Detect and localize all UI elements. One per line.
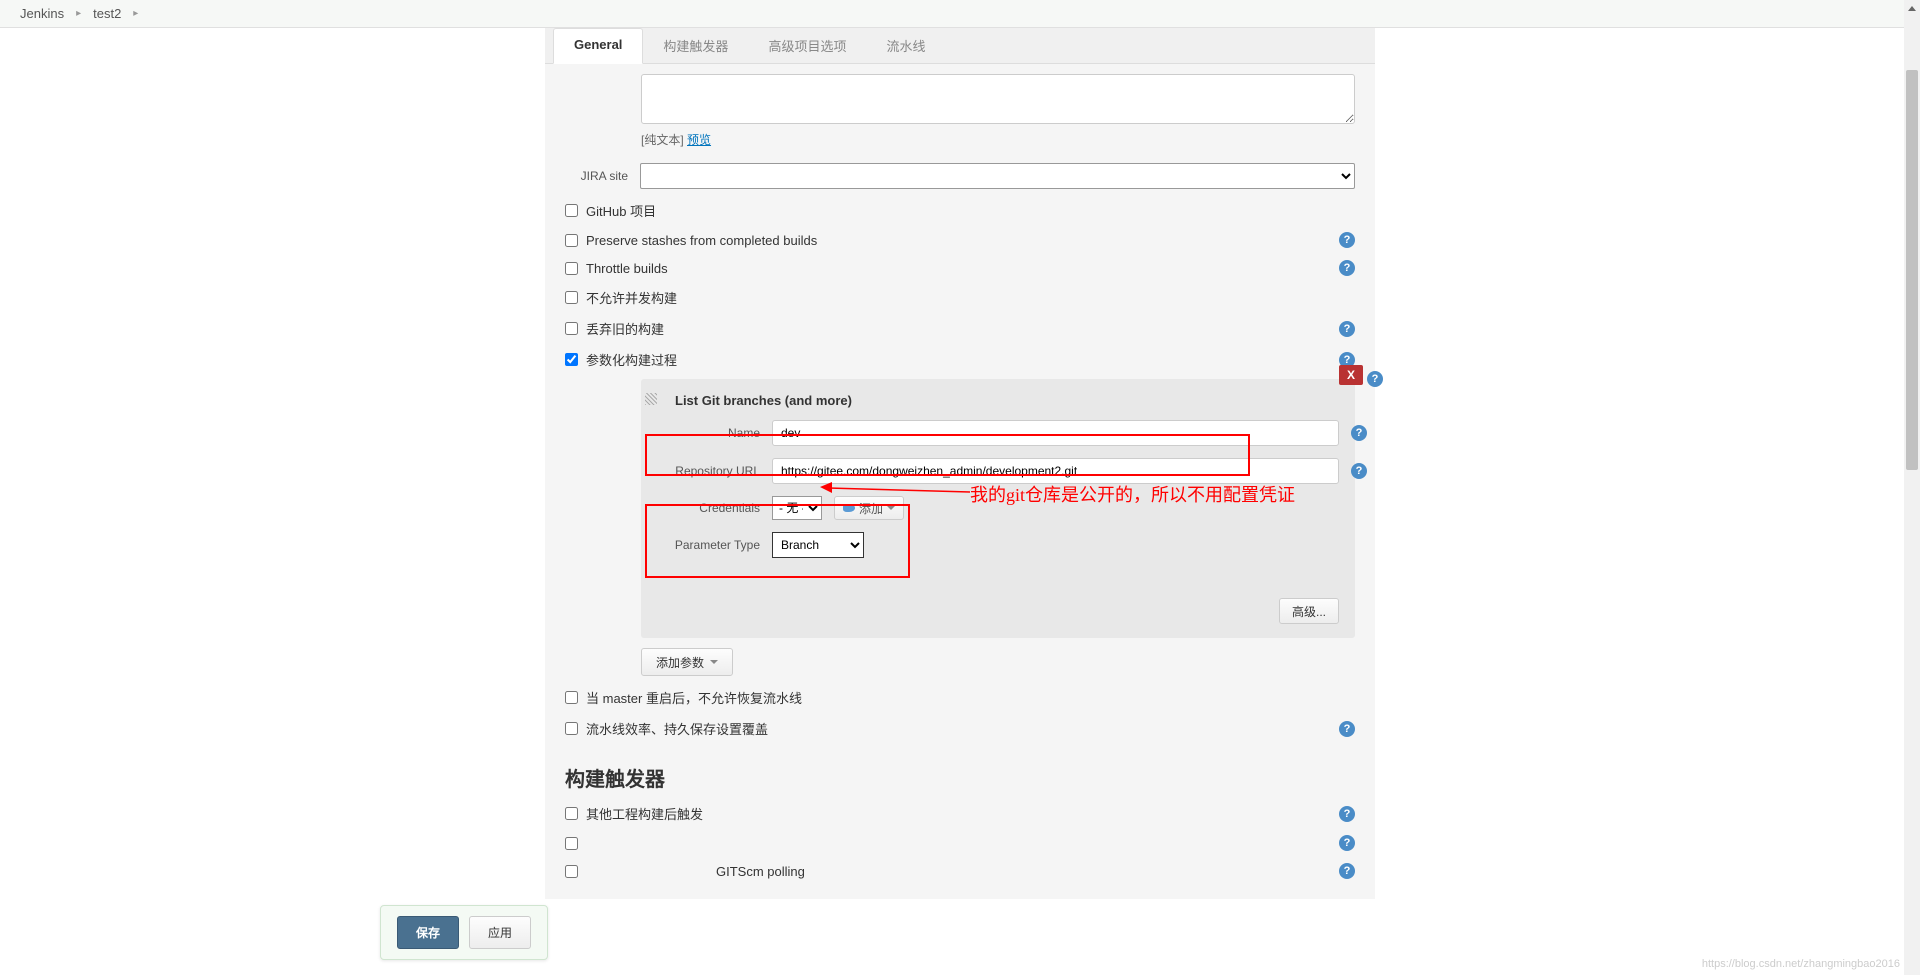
watermark: https://blog.csdn.net/zhangmingbao2016: [1702, 958, 1900, 970]
durability-label: 流水线效率、持久保存设置覆盖: [586, 719, 768, 738]
caret-down-icon: [710, 660, 718, 664]
gitscm-checkbox[interactable]: [565, 865, 578, 878]
discard-label: 丢弃旧的构建: [586, 319, 664, 338]
other-build-checkbox[interactable]: [565, 807, 578, 820]
name-label: Name: [657, 426, 772, 440]
add-param-button[interactable]: 添加参数: [641, 648, 733, 676]
config-form: General 构建触发器 高级项目选项 流水线 [纯文本] 预览 JIRA s…: [545, 28, 1375, 899]
key-icon: [843, 504, 855, 512]
breadcrumb-project[interactable]: test2: [93, 6, 121, 21]
param-panel: X List Git branches (and more) Name Repo…: [641, 379, 1355, 638]
help-icon[interactable]: [1339, 321, 1355, 337]
help-icon[interactable]: [1339, 232, 1355, 248]
preview-link[interactable]: 预览: [687, 133, 711, 147]
repo-label: Repository URL: [657, 464, 772, 478]
advanced-button[interactable]: 高级...: [1279, 598, 1339, 624]
param-label: 参数化构建过程: [586, 350, 677, 369]
description-textarea[interactable]: [641, 74, 1355, 124]
param-title: List Git branches (and more): [675, 393, 1339, 408]
durability-checkbox[interactable]: [565, 722, 578, 735]
trigger2-label: [586, 836, 590, 851]
throttle-label: Throttle builds: [586, 261, 668, 276]
help-icon[interactable]: [1339, 721, 1355, 737]
cred-select[interactable]: - 无 -: [772, 496, 822, 520]
restart-label: 当 master 重启后，不允许恢复流水线: [586, 688, 802, 707]
scrollbar[interactable]: [1904, 0, 1920, 975]
annotation-text: 我的git仓库是公开的，所以不用配置凭证: [970, 481, 1295, 507]
delete-param-button[interactable]: X: [1339, 365, 1363, 385]
tab-bar: General 构建触发器 高级项目选项 流水线: [545, 28, 1375, 64]
save-button[interactable]: 保存: [397, 916, 459, 949]
jira-label: JIRA site: [565, 169, 640, 183]
discard-checkbox[interactable]: [565, 322, 578, 335]
name-input[interactable]: [772, 420, 1339, 446]
help-icon[interactable]: [1339, 260, 1355, 276]
drag-handle-icon[interactable]: [645, 393, 657, 405]
help-icon[interactable]: [1339, 835, 1355, 851]
help-icon[interactable]: [1367, 371, 1383, 387]
tab-triggers[interactable]: 构建触发器: [643, 28, 748, 63]
help-icon[interactable]: [1339, 863, 1355, 879]
breadcrumb-jenkins[interactable]: Jenkins: [20, 6, 64, 21]
param-checkbox[interactable]: [565, 353, 578, 366]
cred-label: Credentials: [657, 501, 772, 515]
type-label: Parameter Type: [657, 538, 772, 552]
help-icon[interactable]: [1339, 806, 1355, 822]
chevron-right-icon: ▸: [133, 8, 138, 19]
section-triggers-title: 构建触发器: [565, 763, 1355, 792]
other-build-label: 其他工程构建后触发: [586, 804, 703, 823]
trigger2-checkbox[interactable]: [565, 837, 578, 850]
tab-general[interactable]: General: [553, 28, 643, 64]
tab-pipeline[interactable]: 流水线: [866, 28, 945, 63]
footer-buttons: 保存 应用: [380, 905, 548, 960]
concurrent-label: 不允许并发构建: [586, 288, 677, 307]
param-type-select[interactable]: Branch: [772, 532, 864, 558]
tab-advanced[interactable]: 高级项目选项: [748, 28, 866, 63]
scroll-up-icon[interactable]: [1904, 0, 1920, 16]
restart-checkbox[interactable]: [565, 691, 578, 704]
throttle-checkbox[interactable]: [565, 262, 578, 275]
chevron-right-icon: ▸: [76, 8, 81, 19]
help-icon[interactable]: [1351, 425, 1367, 441]
caret-down-icon: [887, 506, 895, 510]
github-label: GitHub 项目: [586, 201, 656, 220]
add-cred-button[interactable]: 添加: [834, 496, 904, 520]
github-checkbox[interactable]: [565, 204, 578, 217]
preserve-label: Preserve stashes from completed builds: [586, 233, 817, 248]
jira-site-select[interactable]: [640, 163, 1355, 189]
plain-text-label: [纯文本]: [641, 133, 684, 147]
gitscm-label: xxxxxxxxxxxxxxxxxxxxGITScm polling: [586, 864, 805, 879]
help-icon[interactable]: [1351, 463, 1367, 479]
breadcrumb: Jenkins ▸ test2 ▸: [0, 0, 1920, 28]
concurrent-checkbox[interactable]: [565, 291, 578, 304]
preserve-checkbox[interactable]: [565, 234, 578, 247]
scrollbar-thumb[interactable]: [1906, 70, 1918, 470]
apply-button[interactable]: 应用: [469, 916, 531, 949]
